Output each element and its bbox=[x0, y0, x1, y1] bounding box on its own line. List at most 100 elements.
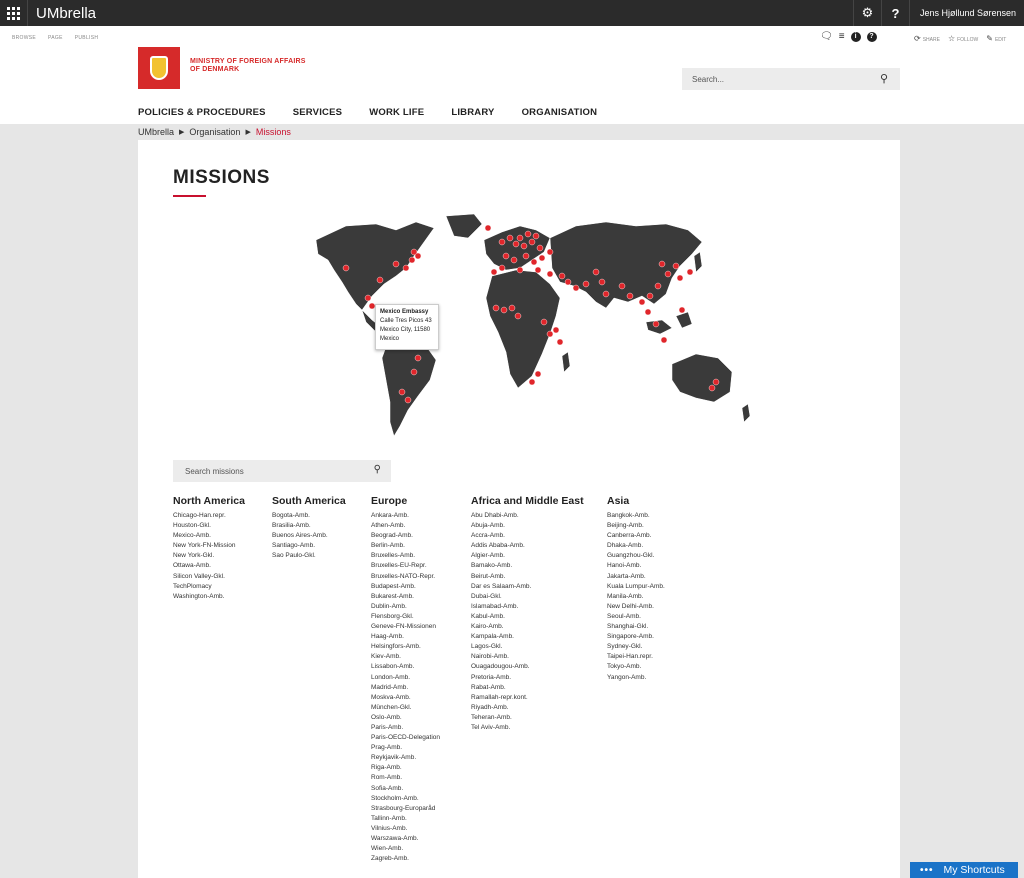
mission-link[interactable]: Tallinn-Amb. bbox=[371, 814, 471, 824]
mission-link[interactable]: Dhaka-Amb. bbox=[607, 541, 707, 551]
user-menu[interactable]: Jens Hjøllund Sørensen bbox=[908, 0, 1024, 26]
mission-link[interactable]: Chicago-Han.repr. bbox=[173, 511, 272, 521]
chat-icon[interactable]: 🗨 bbox=[820, 31, 833, 42]
breadcrumb-umbrella[interactable]: UMbrella bbox=[138, 127, 174, 137]
mission-link[interactable]: Geneve-FN-Missionen bbox=[371, 622, 471, 632]
mission-link[interactable]: Athen-Amb. bbox=[371, 521, 471, 531]
search-icon[interactable]: ⚲ bbox=[374, 464, 381, 475]
mission-link[interactable]: New York-Gkl. bbox=[173, 551, 272, 561]
mission-link[interactable]: Bruxelles-EU-Repr. bbox=[371, 561, 471, 571]
mission-link[interactable]: Accra-Amb. bbox=[471, 531, 607, 541]
mission-link[interactable]: Brasilia-Amb. bbox=[272, 521, 371, 531]
mission-link[interactable]: Abu Dhabi-Amb. bbox=[471, 511, 607, 521]
mission-link[interactable]: Wien-Amb. bbox=[371, 844, 471, 854]
mission-link[interactable]: Lagos-Gkl. bbox=[471, 642, 607, 652]
nav-library[interactable]: LIBRARY bbox=[451, 107, 494, 118]
mission-link[interactable]: Abuja-Amb. bbox=[471, 521, 607, 531]
mission-link[interactable]: TechPlomacy bbox=[173, 582, 272, 592]
mission-link[interactable]: Bogota-Amb. bbox=[272, 511, 371, 521]
mission-link[interactable]: Algier-Amb. bbox=[471, 551, 607, 561]
mission-link[interactable]: Santiago-Amb. bbox=[272, 541, 371, 551]
nav-services[interactable]: SERVICES bbox=[293, 107, 342, 118]
mission-link[interactable]: Ottawa-Amb. bbox=[173, 561, 272, 571]
mission-link[interactable]: Tokyo-Amb. bbox=[607, 662, 707, 672]
tab-browse[interactable]: BROWSE bbox=[12, 35, 36, 41]
mission-link[interactable]: Taipei-Han.repr. bbox=[607, 652, 707, 662]
mission-link[interactable]: Madrid-Amb. bbox=[371, 683, 471, 693]
mission-link[interactable]: Bruxelles-NATO-Repr. bbox=[371, 572, 471, 582]
mission-link[interactable]: Sofia-Amb. bbox=[371, 784, 471, 794]
mission-link[interactable]: Ramallah-repr.kont. bbox=[471, 693, 607, 703]
mission-link[interactable]: Nairobi-Amb. bbox=[471, 652, 607, 662]
mission-link[interactable]: Washington-Amb. bbox=[173, 592, 272, 602]
mission-link[interactable]: Zagreb-Amb. bbox=[371, 854, 471, 864]
mission-link[interactable]: Rom-Amb. bbox=[371, 773, 471, 783]
ministry-name[interactable]: MINISTRY OF FOREIGN AFFAIRS OF DENMARK bbox=[190, 58, 306, 74]
mission-link[interactable]: Riyadh-Amb. bbox=[471, 703, 607, 713]
mission-link[interactable]: Bruxelles-Amb. bbox=[371, 551, 471, 561]
question-icon[interactable]: ? bbox=[866, 31, 877, 42]
mission-link[interactable]: Ankara-Amb. bbox=[371, 511, 471, 521]
mission-link[interactable]: Teheran-Amb. bbox=[471, 713, 607, 723]
mission-link[interactable]: Budapest-Amb. bbox=[371, 582, 471, 592]
mission-link[interactable]: Kuala Lumpur-Amb. bbox=[607, 582, 707, 592]
mission-link[interactable]: Kampala-Amb. bbox=[471, 632, 607, 642]
mission-link[interactable]: Canberra-Amb. bbox=[607, 531, 707, 541]
mission-link[interactable]: Kiev-Amb. bbox=[371, 652, 471, 662]
mission-link[interactable]: Buenos Aires-Amb. bbox=[272, 531, 371, 541]
mission-link[interactable]: Stockholm-Amb. bbox=[371, 794, 471, 804]
mission-link[interactable]: München-Gkl. bbox=[371, 703, 471, 713]
mission-link[interactable]: Sydney-Gkl. bbox=[607, 642, 707, 652]
breadcrumb-organisation[interactable]: Organisation bbox=[189, 127, 240, 137]
mission-link[interactable]: Ouagadougou-Amb. bbox=[471, 662, 607, 672]
mission-link[interactable]: Berlin-Amb. bbox=[371, 541, 471, 551]
mission-link[interactable]: Helsingfors-Amb. bbox=[371, 642, 471, 652]
mission-link[interactable]: Jakarta-Amb. bbox=[607, 572, 707, 582]
nav-work-life[interactable]: WORK LIFE bbox=[369, 107, 424, 118]
mission-link[interactable]: Prag-Amb. bbox=[371, 743, 471, 753]
nav-organisation[interactable]: ORGANISATION bbox=[522, 107, 598, 118]
ministry-logo[interactable] bbox=[138, 47, 180, 89]
mission-link[interactable]: Bamako-Amb. bbox=[471, 561, 607, 571]
mission-link[interactable]: London-Amb. bbox=[371, 673, 471, 683]
mission-link[interactable]: Singapore-Amb. bbox=[607, 632, 707, 642]
mission-link[interactable]: Moskva-Amb. bbox=[371, 693, 471, 703]
mission-link[interactable]: Manila-Amb. bbox=[607, 592, 707, 602]
mission-link[interactable]: Riga-Amb. bbox=[371, 763, 471, 773]
mission-link[interactable]: New York-FN-Mission bbox=[173, 541, 272, 551]
mission-link[interactable]: Paris-Amb. bbox=[371, 723, 471, 733]
mission-link[interactable]: Islamabad-Amb. bbox=[471, 602, 607, 612]
site-search-input[interactable]: Search... ⚲ bbox=[682, 68, 900, 90]
mission-search-input[interactable]: Search missions ⚲ bbox=[173, 460, 391, 482]
share-button[interactable]: ⟳ SHARE bbox=[914, 34, 940, 43]
mission-link[interactable]: Lissabon-Amb. bbox=[371, 662, 471, 672]
follow-button[interactable]: ☆ FOLLOW bbox=[948, 34, 978, 43]
mission-link[interactable]: Seoul-Amb. bbox=[607, 612, 707, 622]
mission-link[interactable]: Guangzhou-Gkl. bbox=[607, 551, 707, 561]
mission-link[interactable]: Dublin-Amb. bbox=[371, 602, 471, 612]
mission-link[interactable]: Flensborg-Gkl. bbox=[371, 612, 471, 622]
mission-link[interactable]: Dar es Salaam-Amb. bbox=[471, 582, 607, 592]
mission-link[interactable]: Yangon-Amb. bbox=[607, 673, 707, 683]
mission-link[interactable]: Beirut-Amb. bbox=[471, 572, 607, 582]
mission-link[interactable]: Reykjavik-Amb. bbox=[371, 753, 471, 763]
mission-link[interactable]: Addis Ababa-Amb. bbox=[471, 541, 607, 551]
mission-link[interactable]: Haag-Amb. bbox=[371, 632, 471, 642]
mission-link[interactable]: Vilnius-Amb. bbox=[371, 824, 471, 834]
tab-page[interactable]: PAGE bbox=[48, 35, 63, 41]
search-icon[interactable]: ⚲ bbox=[880, 72, 888, 85]
mission-link[interactable]: Bukarest-Amb. bbox=[371, 592, 471, 602]
app-launcher-button[interactable] bbox=[0, 0, 28, 26]
settings-button[interactable]: ⚙ bbox=[852, 0, 881, 26]
mission-link[interactable]: Bangkok-Amb. bbox=[607, 511, 707, 521]
edit-button[interactable]: ✎ EDIT bbox=[986, 34, 1006, 43]
mission-link[interactable]: Mexico-Amb. bbox=[173, 531, 272, 541]
mission-link[interactable]: Hanoi-Amb. bbox=[607, 561, 707, 571]
mission-link[interactable]: Strasbourg-Europaråd bbox=[371, 804, 471, 814]
app-title[interactable]: UMbrella bbox=[28, 5, 853, 22]
mission-link[interactable]: Silicon Valley-Gkl. bbox=[173, 572, 272, 582]
mission-link[interactable]: New Delhi-Amb. bbox=[607, 602, 707, 612]
help-button[interactable]: ? bbox=[880, 0, 909, 26]
mission-link[interactable]: Kabul-Amb. bbox=[471, 612, 607, 622]
mission-link[interactable]: Houston-Gkl. bbox=[173, 521, 272, 531]
